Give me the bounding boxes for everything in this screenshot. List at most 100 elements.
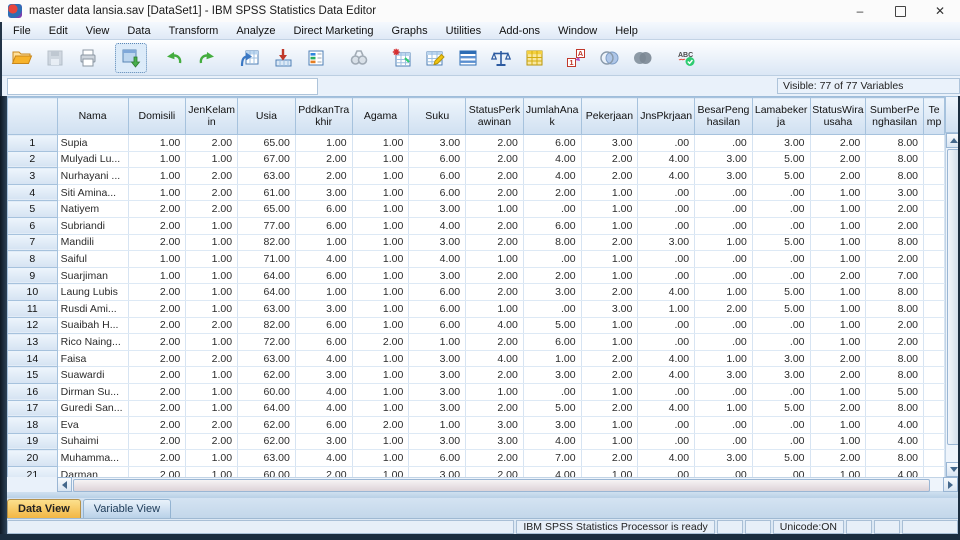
scroll-left-button[interactable] <box>57 477 72 492</box>
cell[interactable]: 2.00 <box>352 333 410 351</box>
cell[interactable]: 71.00 <box>237 250 296 268</box>
cell[interactable]: 1.00 <box>185 333 239 351</box>
cell[interactable]: 4.00 <box>637 167 696 185</box>
column-header-domisili[interactable]: Domisili <box>127 97 187 135</box>
cell[interactable]: 1.00 <box>352 317 410 335</box>
cell[interactable]: 2.00 <box>185 350 239 368</box>
cell[interactable]: 1.00 <box>581 433 639 451</box>
cell[interactable]: 6.00 <box>523 333 582 351</box>
cell[interactable]: Laung Lubis <box>57 283 129 301</box>
cell[interactable] <box>923 267 945 285</box>
cell[interactable]: 8.00 <box>865 400 924 418</box>
cell[interactable]: 1.00 <box>465 300 524 318</box>
cell[interactable]: 2.00 <box>128 400 187 418</box>
cell[interactable]: .00 <box>637 383 696 401</box>
cell[interactable]: 3.00 <box>523 416 582 434</box>
cell[interactable]: 6.00 <box>408 184 467 202</box>
cell[interactable]: 5.00 <box>752 283 811 301</box>
menu-transform[interactable]: Transform <box>160 24 228 38</box>
cell[interactable]: 60.00 <box>237 383 296 401</box>
cell[interactable]: .00 <box>694 416 753 434</box>
cell[interactable]: 2.00 <box>128 300 187 318</box>
cell[interactable] <box>923 151 945 169</box>
row-number[interactable]: 11 <box>7 299 58 318</box>
menu-view[interactable]: View <box>77 24 119 38</box>
cell[interactable]: 1.00 <box>352 449 410 467</box>
cell[interactable]: Mulyadi Lu... <box>57 151 129 169</box>
cell[interactable]: 1.00 <box>185 400 239 418</box>
cell[interactable]: 2.00 <box>128 217 187 235</box>
row-number[interactable]: 12 <box>7 316 58 335</box>
row-number[interactable]: 13 <box>7 333 58 351</box>
cell[interactable]: Rusdi Ami... <box>57 300 129 318</box>
cell[interactable]: 1.00 <box>523 350 582 368</box>
cell[interactable]: 1.00 <box>810 283 867 301</box>
cell[interactable]: .00 <box>694 250 753 268</box>
cell[interactable]: .00 <box>694 317 753 335</box>
cell[interactable]: .00 <box>694 217 753 235</box>
cell[interactable]: 5.00 <box>523 400 582 418</box>
cell[interactable]: Natiyem <box>57 200 129 218</box>
cell[interactable]: .00 <box>637 200 696 218</box>
cell[interactable]: 1.00 <box>694 350 753 368</box>
scroll-right-button[interactable] <box>943 477 958 492</box>
cell[interactable]: 3.00 <box>694 366 753 384</box>
cell[interactable]: 1.00 <box>128 167 187 185</box>
cell[interactable]: 1.00 <box>128 184 187 202</box>
column-header-jenkelamin[interactable]: JenKelamin <box>185 97 239 135</box>
cell[interactable]: 3.00 <box>694 167 753 185</box>
cell[interactable]: 2.00 <box>128 433 187 451</box>
row-number[interactable]: 20 <box>7 449 58 467</box>
column-header-usia[interactable]: Usia <box>237 97 296 135</box>
cell[interactable]: .00 <box>694 134 753 152</box>
cell[interactable]: 1.00 <box>581 200 639 218</box>
cell[interactable]: 3.00 <box>408 234 467 252</box>
cell[interactable]: 2.00 <box>865 333 924 351</box>
cell[interactable]: .00 <box>752 383 811 401</box>
cell[interactable]: 5.00 <box>865 383 924 401</box>
cell[interactable]: 1.00 <box>352 267 410 285</box>
cell[interactable]: .00 <box>637 217 696 235</box>
column-header-pekerjaan[interactable]: Pekerjaan <box>580 97 639 135</box>
open-data-button[interactable] <box>6 43 38 73</box>
cell[interactable]: 1.00 <box>352 433 410 451</box>
cell[interactable]: 2.00 <box>295 151 353 169</box>
cell[interactable]: 2.00 <box>810 400 867 418</box>
cell[interactable]: 1.00 <box>185 449 239 467</box>
row-number[interactable]: 6 <box>7 216 58 235</box>
cell[interactable] <box>923 433 945 451</box>
cell[interactable]: 1.00 <box>810 234 867 252</box>
save-button[interactable] <box>39 43 71 73</box>
horizontal-scrollbar[interactable] <box>57 477 958 492</box>
cell[interactable]: 7.00 <box>865 267 924 285</box>
cell[interactable]: 2.00 <box>465 333 524 351</box>
cell[interactable]: Eva <box>57 416 129 434</box>
cell[interactable]: 2.00 <box>810 167 867 185</box>
cell[interactable]: 2.00 <box>865 250 924 268</box>
column-header-jumlahanak[interactable]: JumlahAnak <box>522 97 582 135</box>
cell[interactable]: 1.00 <box>637 300 696 318</box>
cell[interactable]: 3.00 <box>694 449 753 467</box>
cell[interactable]: 5.00 <box>752 400 811 418</box>
cell[interactable]: 63.00 <box>237 449 296 467</box>
cell[interactable]: 2.00 <box>465 167 524 185</box>
cell[interactable]: 72.00 <box>237 333 296 351</box>
menu-add-ons[interactable]: Add-ons <box>490 24 549 38</box>
cell[interactable]: 4.00 <box>637 283 696 301</box>
cell[interactable]: 2.00 <box>128 234 187 252</box>
cell[interactable]: 2.00 <box>128 317 187 335</box>
cell[interactable]: 6.00 <box>523 134 582 152</box>
cell[interactable]: 4.00 <box>408 250 467 268</box>
cell[interactable]: 1.00 <box>352 217 410 235</box>
cell[interactable]: 2.00 <box>523 267 582 285</box>
cell[interactable]: 1.00 <box>352 234 410 252</box>
cell[interactable]: 3.00 <box>408 433 467 451</box>
cell[interactable] <box>923 350 945 368</box>
cell[interactable]: .00 <box>523 300 582 318</box>
grid-corner-cell[interactable] <box>7 97 58 135</box>
cell[interactable]: 4.00 <box>295 400 353 418</box>
column-header-temp[interactable]: Temp <box>923 97 945 135</box>
cell[interactable]: .00 <box>752 416 811 434</box>
tab-variable-view[interactable]: Variable View <box>82 499 172 518</box>
column-header-suku[interactable]: Suku <box>408 97 467 135</box>
